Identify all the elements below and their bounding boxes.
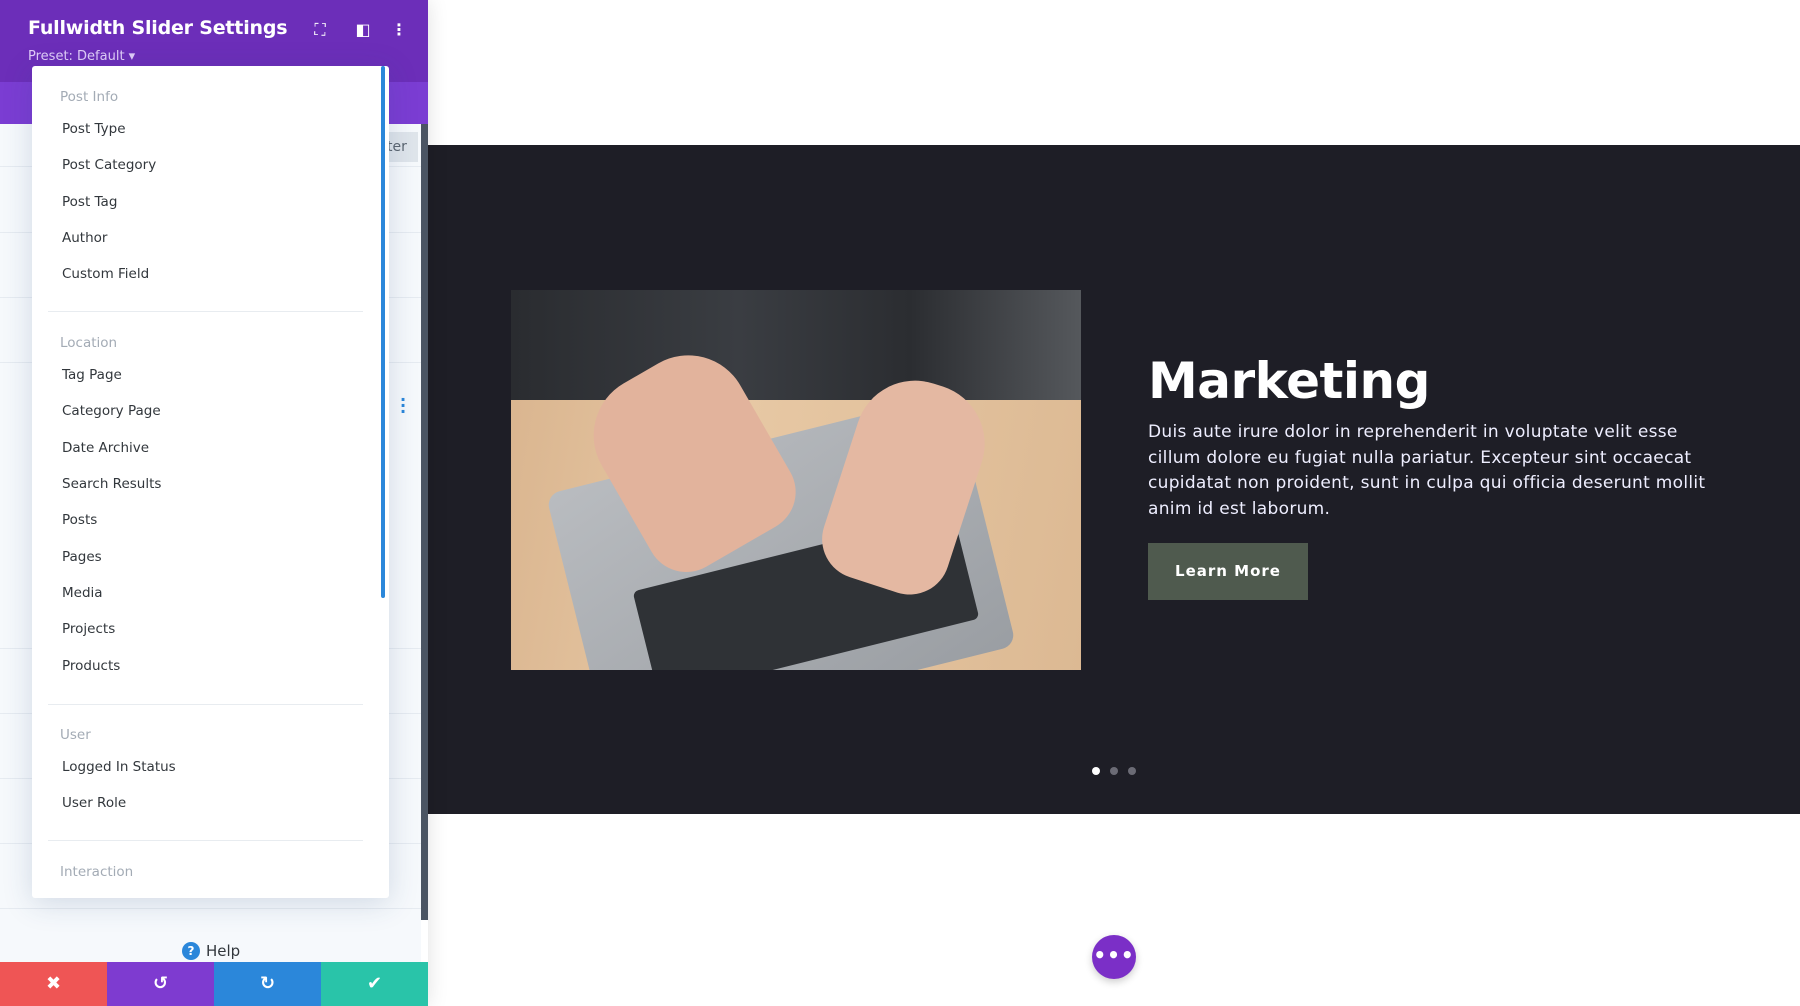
cancel-button[interactable]: ✖ xyxy=(0,962,107,1006)
help-label: Help xyxy=(206,942,241,960)
option-projects[interactable]: Projects xyxy=(62,621,115,637)
option-author[interactable]: Author xyxy=(62,230,107,246)
preset-selector[interactable]: Preset: Default ▾ xyxy=(28,49,135,64)
divider xyxy=(48,840,363,841)
fullscreen-icon[interactable]: ⛶ xyxy=(310,20,330,40)
panel-scrollbar[interactable] xyxy=(421,124,428,920)
option-products[interactable]: Products xyxy=(62,658,120,674)
dropdown-scrollbar[interactable] xyxy=(381,66,385,598)
help-icon: ? xyxy=(182,942,200,960)
option-user-role[interactable]: User Role xyxy=(62,795,126,811)
option-media[interactable]: Media xyxy=(62,585,103,601)
condition-dropdown: Post Info Post Type Post Category Post T… xyxy=(32,66,389,898)
help-link[interactable]: ? Help xyxy=(182,942,240,960)
divider xyxy=(48,311,363,312)
option-post-type[interactable]: Post Type xyxy=(62,121,126,137)
more-options-button[interactable]: ••• xyxy=(1092,935,1136,979)
option-posts[interactable]: Posts xyxy=(62,512,97,528)
option-search-results[interactable]: Search Results xyxy=(62,476,161,492)
option-custom-field[interactable]: Custom Field xyxy=(62,266,149,282)
sidebar-layout-icon[interactable]: ◧ xyxy=(353,20,373,40)
more-vertical-icon[interactable]: · · · xyxy=(399,392,407,420)
divider xyxy=(48,704,363,705)
redo-button[interactable]: ↻ xyxy=(214,962,321,1006)
slider-dot-2[interactable] xyxy=(1110,767,1118,775)
option-logged-in-status[interactable]: Logged In Status xyxy=(62,759,176,775)
save-button[interactable]: ✔ xyxy=(321,962,428,1006)
group-user: User xyxy=(60,727,91,743)
option-post-category[interactable]: Post Category xyxy=(62,157,156,173)
option-tag-page[interactable]: Tag Page xyxy=(62,367,122,383)
more-vertical-icon[interactable]: ⋮ xyxy=(389,20,409,40)
filter-button[interactable]: ter xyxy=(385,132,418,162)
group-interaction: Interaction xyxy=(60,864,134,880)
group-location: Location xyxy=(60,335,118,351)
settings-panel: Fullwidth Slider Settings Preset: Defaul… xyxy=(0,0,428,1006)
learn-more-button[interactable]: Learn More xyxy=(1148,543,1308,600)
group-post-info: Post Info xyxy=(60,89,119,105)
slider-dot-1[interactable] xyxy=(1092,767,1100,775)
option-date-archive[interactable]: Date Archive xyxy=(62,440,149,456)
slide-description: Duis aute irure dolor in reprehenderit i… xyxy=(1148,422,1706,519)
divider xyxy=(0,908,421,909)
option-category-page[interactable]: Category Page xyxy=(62,403,161,419)
slide-title: Marketing xyxy=(1148,352,1430,410)
option-pages[interactable]: Pages xyxy=(62,549,102,565)
slider-dot-3[interactable] xyxy=(1128,767,1136,775)
option-post-tag[interactable]: Post Tag xyxy=(62,194,117,210)
panel-title: Fullwidth Slider Settings xyxy=(28,17,288,39)
undo-button[interactable]: ↺ xyxy=(107,962,214,1006)
slide-image-laptop-hands xyxy=(511,290,1081,670)
